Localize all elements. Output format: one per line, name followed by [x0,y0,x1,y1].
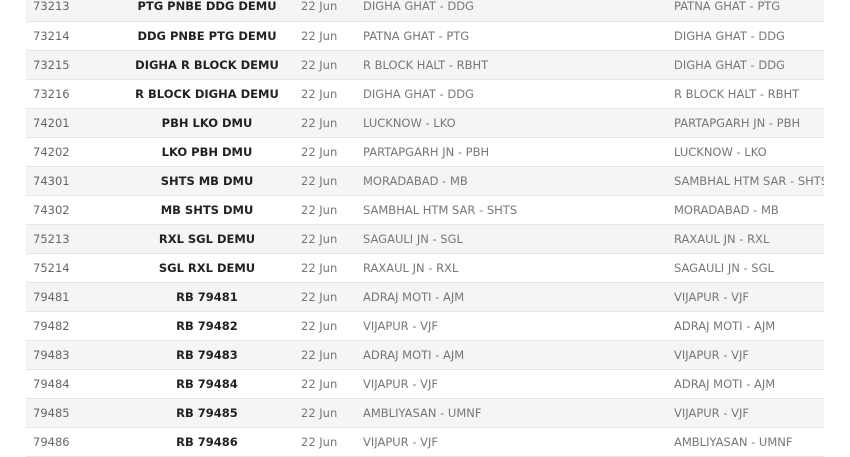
train-name[interactable]: PBH LKO DMU [113,108,301,138]
train-name[interactable]: RB 79486 [113,427,301,457]
train-name[interactable]: R BLOCK DIGHA DEMU [113,79,301,109]
table-row[interactable]: 74302 MB SHTS DMU 22 Jun SAMBHAL HTM SAR… [26,195,824,225]
train-from-station: PARTAPGARH JN - PBH [363,137,674,167]
train-number: 75213 [26,224,113,254]
train-table: 73213 PTG PNBE DDG DEMU 22 Jun DIGHA GHA… [26,0,824,457]
train-to-station: SAMBHAL HTM SAR - SHTS [674,166,824,196]
train-name[interactable]: RB 79484 [113,369,301,399]
train-from-station: R BLOCK HALT - RBHT [363,50,674,80]
train-from-station: MORADABAD - MB [363,166,674,196]
train-to-station: VIJAPUR - VJF [674,398,824,428]
train-number: 73214 [26,21,113,51]
train-to-station: PARTAPGARH JN - PBH [674,108,824,138]
train-from-station: ADRAJ MOTI - AJM [363,340,674,370]
train-to-station: AMBLIYASAN - UMNF [674,427,824,457]
train-from-station: VIJAPUR - VJF [363,369,674,399]
train-to-station: DIGHA GHAT - DDG [674,50,824,80]
table-row[interactable]: 74202 LKO PBH DMU 22 Jun PARTAPGARH JN -… [26,137,824,167]
train-number: 79486 [26,427,113,457]
table-row[interactable]: 79481 RB 79481 22 Jun ADRAJ MOTI - AJM V… [26,282,824,312]
train-to-station: R BLOCK HALT - RBHT [674,79,824,109]
train-from-station: VIJAPUR - VJF [363,427,674,457]
table-row[interactable]: 73215 DIGHA R BLOCK DEMU 22 Jun R BLOCK … [26,50,824,80]
train-to-station: VIJAPUR - VJF [674,340,824,370]
table-row[interactable]: 75213 RXL SGL DEMU 22 Jun SAGAULI JN - S… [26,224,824,254]
train-from-station: ADRAJ MOTI - AJM [363,282,674,312]
train-name[interactable]: SHTS MB DMU [113,166,301,196]
table-row[interactable]: 79483 RB 79483 22 Jun ADRAJ MOTI - AJM V… [26,340,824,370]
train-to-station: DIGHA GHAT - DDG [674,21,824,51]
table-row[interactable]: 79485 RB 79485 22 Jun AMBLIYASAN - UMNF … [26,398,824,428]
train-name[interactable]: RB 79481 [113,282,301,312]
train-number: 74301 [26,166,113,196]
train-date: 22 Jun [301,253,363,283]
train-number: 79481 [26,282,113,312]
train-date: 22 Jun [301,282,363,312]
train-name[interactable]: DIGHA R BLOCK DEMU [113,50,301,80]
train-date: 22 Jun [301,427,363,457]
train-from-station: RAXAUL JN - RXL [363,253,674,283]
train-date: 22 Jun [301,369,363,399]
table-row[interactable]: 74301 SHTS MB DMU 22 Jun MORADABAD - MB … [26,166,824,196]
train-number: 79485 [26,398,113,428]
train-date: 22 Jun [301,166,363,196]
train-number: 75214 [26,253,113,283]
train-from-station: VIJAPUR - VJF [363,311,674,341]
train-date: 22 Jun [301,311,363,341]
table-row[interactable]: 75214 SGL RXL DEMU 22 Jun RAXAUL JN - RX… [26,253,824,283]
train-number: 73213 [26,0,113,22]
train-number: 79483 [26,340,113,370]
train-table-container: 73213 PTG PNBE DDG DEMU 22 Jun DIGHA GHA… [26,0,824,457]
train-number: 74302 [26,195,113,225]
train-date: 22 Jun [301,50,363,80]
table-row[interactable]: 74201 PBH LKO DMU 22 Jun LUCKNOW - LKO P… [26,108,824,138]
train-from-station: SAMBHAL HTM SAR - SHTS [363,195,674,225]
train-from-station: SAGAULI JN - SGL [363,224,674,254]
train-to-station: RAXAUL JN - RXL [674,224,824,254]
train-name[interactable]: PTG PNBE DDG DEMU [113,0,301,22]
train-number: 73216 [26,79,113,109]
train-date: 22 Jun [301,21,363,51]
train-name[interactable]: MB SHTS DMU [113,195,301,225]
train-number: 74201 [26,108,113,138]
train-number: 73215 [26,50,113,80]
train-to-station: PATNA GHAT - PTG [674,0,824,22]
train-number: 74202 [26,137,113,167]
train-from-station: DIGHA GHAT - DDG [363,79,674,109]
table-row[interactable]: 79484 RB 79484 22 Jun VIJAPUR - VJF ADRA… [26,369,824,399]
train-to-station: ADRAJ MOTI - AJM [674,311,824,341]
train-name[interactable]: RXL SGL DEMU [113,224,301,254]
train-name[interactable]: RB 79482 [113,311,301,341]
train-name[interactable]: LKO PBH DMU [113,137,301,167]
train-name[interactable]: RB 79483 [113,340,301,370]
train-date: 22 Jun [301,137,363,167]
table-row[interactable]: 73216 R BLOCK DIGHA DEMU 22 Jun DIGHA GH… [26,79,824,109]
train-to-station: VIJAPUR - VJF [674,282,824,312]
train-to-station: ADRAJ MOTI - AJM [674,369,824,399]
train-date: 22 Jun [301,224,363,254]
train-date: 22 Jun [301,195,363,225]
table-row[interactable]: 73214 DDG PNBE PTG DEMU 22 Jun PATNA GHA… [26,21,824,51]
train-name[interactable]: DDG PNBE PTG DEMU [113,21,301,51]
train-date: 22 Jun [301,340,363,370]
train-date: 22 Jun [301,108,363,138]
train-number: 79482 [26,311,113,341]
table-row[interactable]: 79486 RB 79486 22 Jun VIJAPUR - VJF AMBL… [26,427,824,457]
train-to-station: SAGAULI JN - SGL [674,253,824,283]
train-to-station: MORADABAD - MB [674,195,824,225]
train-from-station: PATNA GHAT - PTG [363,21,674,51]
train-to-station: LUCKNOW - LKO [674,137,824,167]
train-date: 22 Jun [301,398,363,428]
train-name[interactable]: RB 79485 [113,398,301,428]
train-from-station: LUCKNOW - LKO [363,108,674,138]
train-name[interactable]: SGL RXL DEMU [113,253,301,283]
train-date: 22 Jun [301,79,363,109]
table-row[interactable]: 73213 PTG PNBE DDG DEMU 22 Jun DIGHA GHA… [26,0,824,22]
train-from-station: DIGHA GHAT - DDG [363,0,674,22]
table-row[interactable]: 79482 RB 79482 22 Jun VIJAPUR - VJF ADRA… [26,311,824,341]
train-number: 79484 [26,369,113,399]
train-date: 22 Jun [301,0,363,22]
train-from-station: AMBLIYASAN - UMNF [363,398,674,428]
train-table-body: 73213 PTG PNBE DDG DEMU 22 Jun DIGHA GHA… [26,0,824,457]
